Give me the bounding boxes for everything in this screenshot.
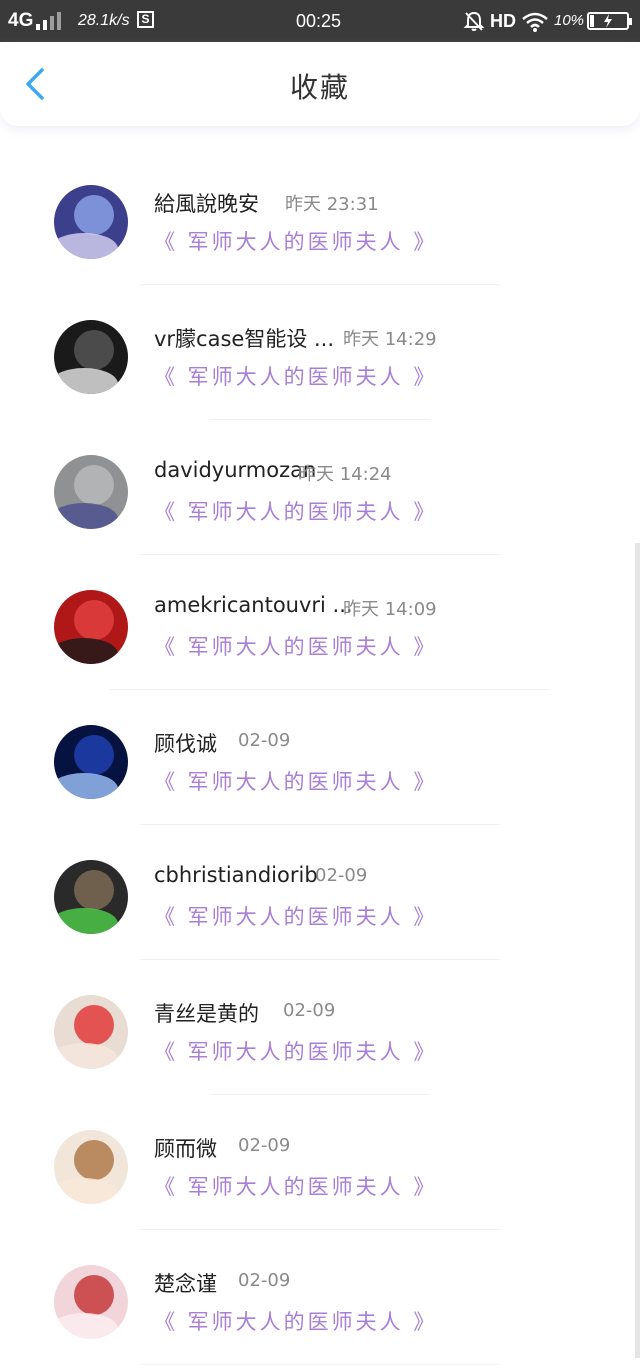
timestamp: 02-09 [283,1000,336,1021]
avatar[interactable] [54,320,128,394]
s-app-icon: S [137,11,154,28]
user-name: cbhristiandiorib [154,863,318,887]
book-title-link[interactable]: 《 军师大人的医师夫人 》 [154,226,437,256]
avatar[interactable] [54,185,128,259]
user-name: vr朦case智能设 ... [154,327,335,351]
timestamp: 昨天 14:24 [298,464,392,485]
page-title: 收藏 [289,71,350,104]
book-title-link[interactable]: 《 军师大人的医师夫人 》 [154,496,437,526]
avatar[interactable] [54,1265,128,1339]
clock: 00:25 [296,11,342,31]
avatar[interactable] [54,995,128,1069]
battery-charging-icon [587,12,632,30]
signal-icon [36,12,64,30]
avatar[interactable] [54,860,128,934]
timestamp: 02-09 [238,730,291,751]
user-name: 楚念谨 [154,1272,217,1296]
favorite-item[interactable]: davidyurmozan 昨天 14:24 《 军师大人的医师夫人 》 [0,420,640,555]
favorite-item[interactable]: amekricantouvri ... 昨天 14:09 《 军师大人的医师夫人 》 [0,555,640,690]
favorite-item[interactable]: vr朦case智能设 ... 昨天 14:29 《 军师大人的医师夫人 》 [0,285,640,420]
avatar[interactable] [54,455,128,529]
book-title-link[interactable]: 《 军师大人的医师夫人 》 [154,361,437,391]
favorite-item[interactable]: 青丝是黄的 02-09 《 军师大人的医师夫人 》 [0,960,640,1095]
book-title-link[interactable]: 《 军师大人的医师夫人 》 [154,766,437,796]
favorite-item[interactable]: cbhristiandiorib 02-09 《 军师大人的医师夫人 》 [0,825,640,960]
favorite-item[interactable]: 顾伐诚 02-09 《 军师大人的医师夫人 》 [0,690,640,825]
favorite-item[interactable]: 楚念谨 02-09 《 军师大人的医师夫人 》 [0,1230,640,1365]
hd-indicator: HD [490,11,516,31]
network-type: 4G [8,10,34,31]
network-speed: 28.1k/s [78,12,130,29]
wifi-icon [522,12,548,32]
book-title-link[interactable]: 《 军师大人的医师夫人 》 [154,1171,437,1201]
user-name: 給風說晚安 [154,192,259,216]
timestamp: 02-09 [238,1270,291,1291]
user-name: 顾伐诚 [154,732,217,756]
book-title-link[interactable]: 《 军师大人的医师夫人 》 [154,1036,437,1066]
avatar[interactable] [54,725,128,799]
timestamp: 02-09 [315,865,368,886]
user-name: amekricantouvri ... [154,593,353,617]
book-title-link[interactable]: 《 军师大人的医师夫人 》 [154,1306,437,1336]
status-bar: 4G 28.1k/s S 00:25 HD 10% [0,0,640,42]
user-name: davidyurmozan [154,458,317,482]
book-title-link[interactable]: 《 军师大人的医师夫人 》 [154,901,437,931]
avatar[interactable] [54,590,128,664]
timestamp: 02-09 [238,1135,291,1156]
timestamp: 昨天 14:29 [343,329,437,350]
user-name: 青丝是黄的 [154,1002,259,1026]
favorite-item[interactable]: 給風說晚安 昨天 23:31 《 军师大人的医师夫人 》 [0,150,640,285]
battery-percent: 10% [554,12,585,29]
timestamp: 昨天 14:09 [343,599,437,620]
book-title-link[interactable]: 《 军师大人的医师夫人 》 [154,631,437,661]
user-name: 顾而微 [154,1137,217,1161]
scrollbar[interactable] [635,543,640,1358]
favorites-list: 給風說晚安 昨天 23:31 《 军师大人的医师夫人 》 vr朦case智能设 ...… [0,150,640,1365]
avatar[interactable] [54,1130,128,1204]
nav-bar: 收藏 [0,42,640,126]
favorite-item[interactable]: 顾而微 02-09 《 军师大人的医师夫人 》 [0,1095,640,1230]
mute-alarm-icon [463,11,485,31]
timestamp: 昨天 23:31 [285,194,379,215]
